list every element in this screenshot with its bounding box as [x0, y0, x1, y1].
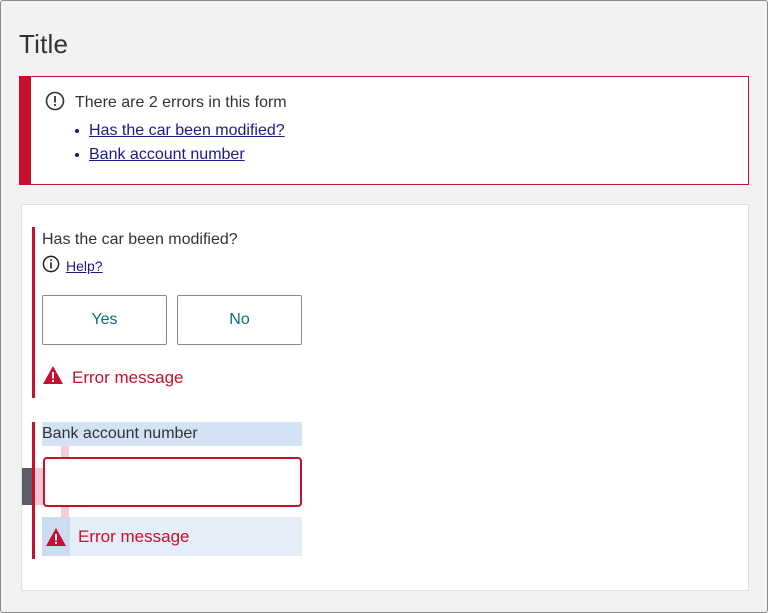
help-link[interactable]: Help? — [66, 258, 103, 274]
yes-button[interactable]: Yes — [42, 295, 167, 345]
app-frame: Title There are 2 errors in this form Ha… — [0, 0, 768, 613]
error-summary: There are 2 errors in this form Has the … — [19, 76, 749, 185]
error-link-car-modified[interactable]: Has the car been modified? — [89, 121, 285, 141]
form-panel: Has the car been modified? Help? Yes No — [21, 204, 749, 591]
warning-triangle-icon — [42, 517, 70, 556]
bank-account-input[interactable] — [43, 457, 302, 507]
bank-account-label: Bank account number — [42, 422, 302, 446]
list-item: Bank account number — [75, 143, 285, 167]
help-row: Help? — [42, 255, 103, 276]
bullet-icon — [75, 129, 79, 133]
list-item: Has the car been modified? — [75, 119, 285, 143]
bullet-icon — [75, 153, 79, 157]
error-summary-text: There are 2 errors in this form — [75, 94, 287, 111]
field-error-line — [32, 227, 35, 398]
page-title: Title — [19, 29, 69, 59]
info-icon — [42, 255, 60, 276]
field-bank-account: Bank account number Error message — [32, 422, 312, 559]
error-summary-heading: There are 2 errors in this form — [45, 91, 287, 116]
error-message: Error message — [42, 365, 183, 390]
field-error-line — [32, 422, 35, 559]
error-link-bank-account[interactable]: Bank account number — [89, 145, 245, 165]
car-modified-label: Has the car been modified? — [42, 231, 238, 248]
no-button[interactable]: No — [177, 295, 302, 345]
error-message-text: Error message — [72, 367, 184, 387]
field-car-modified: Has the car been modified? Help? Yes No — [32, 227, 312, 398]
error-message-text: Error message — [78, 526, 190, 546]
alert-circle-icon — [45, 91, 65, 116]
drag-handle[interactable] — [22, 468, 32, 505]
error-summary-list: Has the car been modified? Bank account … — [75, 119, 285, 167]
warning-triangle-icon — [42, 365, 64, 390]
error-message: Error message — [42, 517, 302, 556]
error-summary-accent-bar — [20, 77, 31, 184]
